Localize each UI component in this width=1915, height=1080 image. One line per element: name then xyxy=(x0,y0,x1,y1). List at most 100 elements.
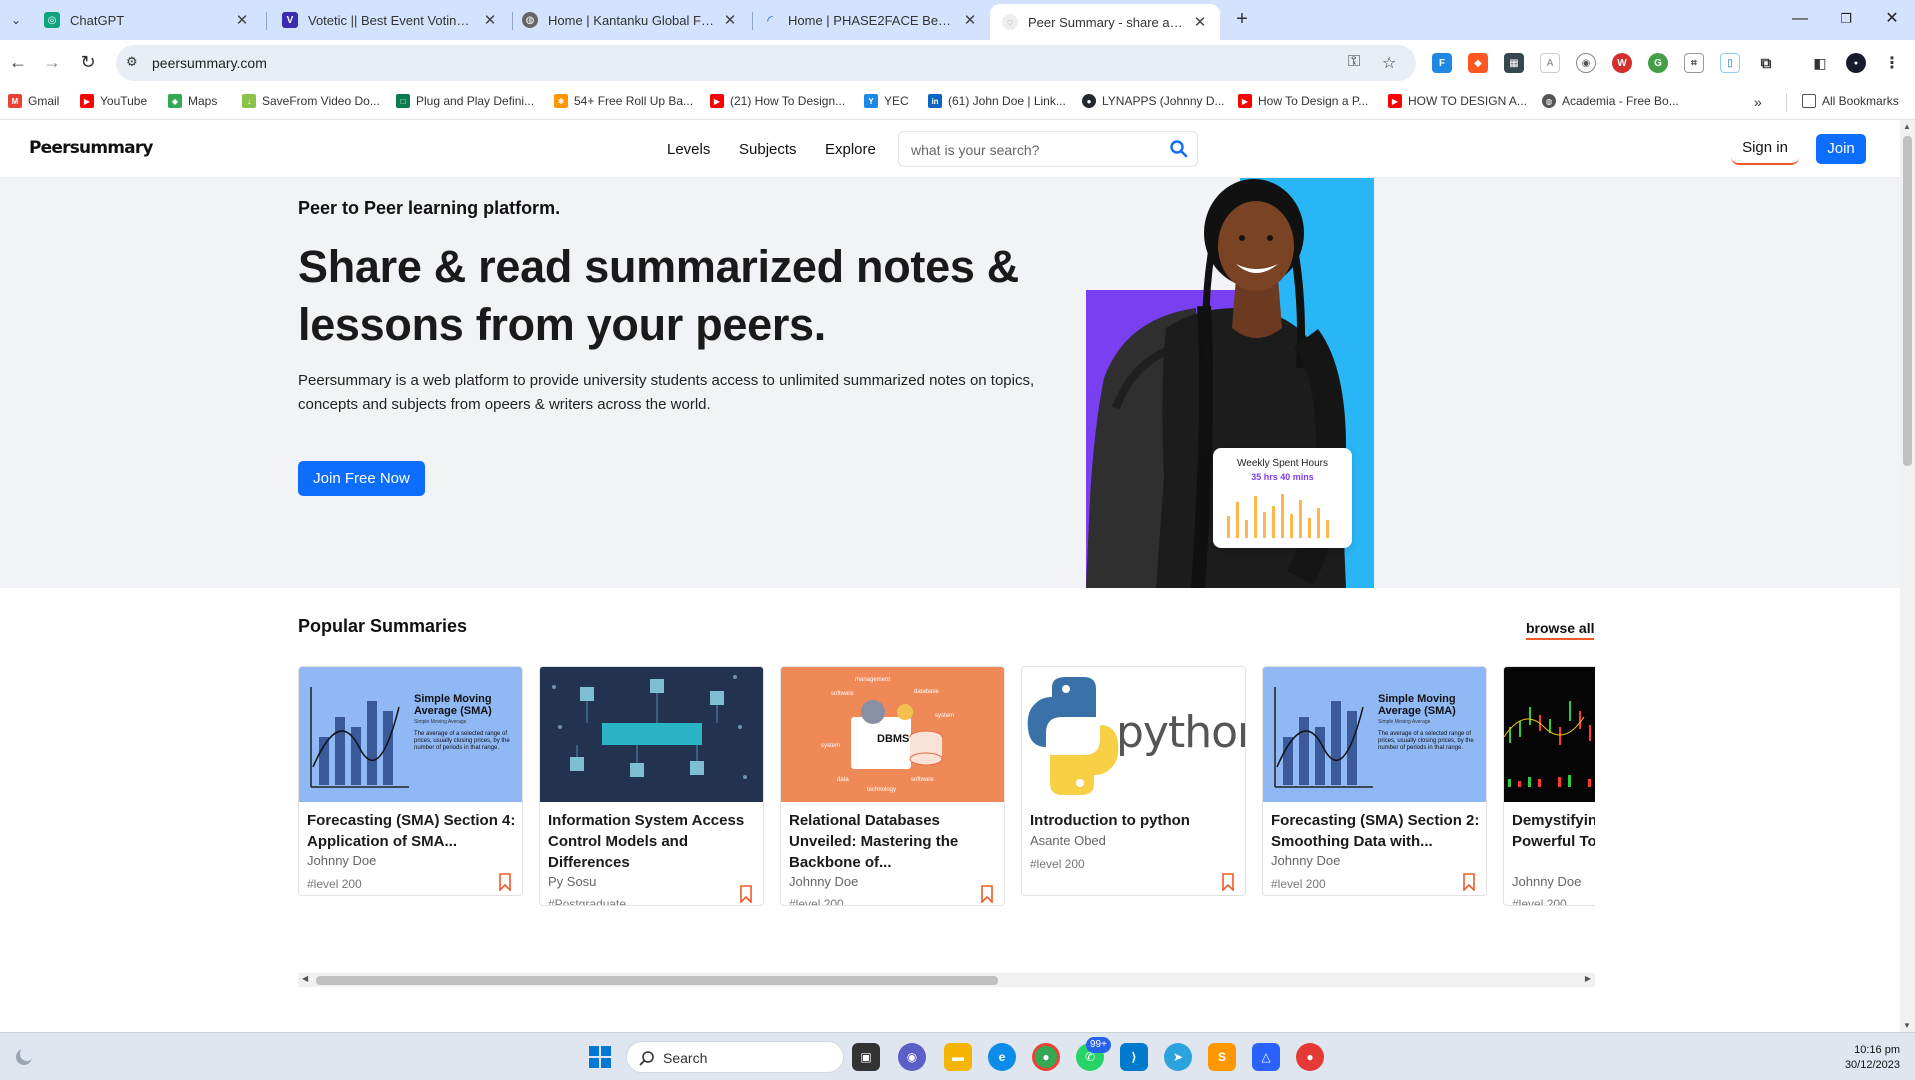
extension-icon[interactable]: ▯ xyxy=(1720,53,1740,73)
bookmark-icon[interactable] xyxy=(1221,873,1235,891)
extension-icon[interactable]: A xyxy=(1540,53,1560,73)
url-text[interactable]: peersummary.com xyxy=(152,55,267,71)
carousel-scroll-thumb[interactable] xyxy=(316,976,998,985)
bookmark-icon[interactable] xyxy=(1462,873,1476,891)
back-arrow-icon[interactable]: ← xyxy=(6,51,30,75)
close-tab-icon[interactable]: ✕ xyxy=(482,11,498,29)
nav-levels[interactable]: Levels xyxy=(667,141,710,158)
join-button[interactable]: Join xyxy=(1816,134,1866,164)
tab-votetic[interactable]: V Votetic || Best Event Voting and ✕ xyxy=(270,0,510,40)
bookmark-linkedin[interactable]: in (61) John Doe | Link... xyxy=(928,94,1066,108)
restore-icon[interactable]: ❐ xyxy=(1834,8,1858,32)
weather-icon[interactable] xyxy=(12,1045,36,1069)
carousel-scrollbar[interactable]: ◀ ▶ xyxy=(298,973,1595,987)
bookmark-how-to-design[interactable]: ▶ (21) How To Design... xyxy=(710,94,845,108)
bookmark-maps[interactable]: ◆ Maps xyxy=(168,94,217,108)
bookmark-savefrom[interactable]: ↓ SaveFrom Video Do... xyxy=(242,94,380,108)
side-panel-icon[interactable]: ◧ xyxy=(1810,53,1830,73)
extension-icon[interactable]: W xyxy=(1612,53,1632,73)
bookmark-yec[interactable]: Y YEC xyxy=(864,94,909,108)
file-explorer-icon[interactable]: ▬ xyxy=(944,1043,972,1071)
bookmarks-overflow-icon[interactable]: » xyxy=(1754,94,1762,110)
forward-arrow-icon[interactable]: → xyxy=(40,51,64,75)
close-tab-icon[interactable]: ✕ xyxy=(722,11,738,29)
extension-icon[interactable]: G xyxy=(1648,53,1668,73)
card-title[interactable]: Forecasting (SMA) Section 4: Application… xyxy=(307,810,517,852)
vscode-icon[interactable]: ⟩ xyxy=(1120,1043,1148,1071)
sublime-icon[interactable]: S xyxy=(1208,1043,1236,1071)
scroll-up-arrow-icon[interactable]: ▲ xyxy=(1903,122,1911,131)
bookmark-icon[interactable] xyxy=(980,885,994,903)
browser-menu-icon[interactable]: ⋮ xyxy=(1882,53,1902,73)
close-tab-icon[interactable]: ✕ xyxy=(962,11,978,29)
extension-icon[interactable]: ◆ xyxy=(1468,53,1488,73)
extensions-puzzle-icon[interactable]: ⧉ xyxy=(1756,53,1776,73)
scroll-right-arrow-icon[interactable]: ▶ xyxy=(1585,974,1591,983)
bookmark-roll-up[interactable]: ✱ 54+ Free Roll Up Ba... xyxy=(554,94,693,108)
bookmark-youtube[interactable]: ▶ YouTube xyxy=(80,94,147,108)
extension-icon[interactable]: F xyxy=(1432,53,1452,73)
join-free-now-button[interactable]: Join Free Now xyxy=(298,461,425,496)
task-view-icon[interactable]: ▣ xyxy=(852,1043,880,1071)
extension-icon[interactable]: ⌗ xyxy=(1684,53,1704,73)
summary-card[interactable]: Simple Moving Average (SMA) Simple Movin… xyxy=(1262,666,1487,896)
card-title[interactable]: Introduction to python xyxy=(1030,810,1240,831)
taskbar-clock[interactable]: 10:16 pm 30/12/2023 xyxy=(1820,1043,1900,1073)
address-bar[interactable]: ⚙ peersummary.com ⚿ ☆ xyxy=(116,45,1416,81)
card-title[interactable]: Demystifying Moving Ave Powerful To xyxy=(1512,810,1595,852)
bookmark-lynapps[interactable]: ● LYNAPPS (Johnny D... xyxy=(1082,94,1225,108)
card-title[interactable]: Relational Databases Unveiled: Mastering… xyxy=(789,810,999,873)
search-icon[interactable] xyxy=(1169,139,1189,159)
page-scrollbar[interactable]: ▲ ▼ xyxy=(1900,120,1915,1032)
chat-icon[interactable]: ◉ xyxy=(898,1043,926,1071)
scroll-down-arrow-icon[interactable]: ▼ xyxy=(1903,1021,1911,1030)
reload-icon[interactable]: ↻ xyxy=(76,51,100,75)
bookmark-star-icon[interactable]: ☆ xyxy=(1382,53,1396,73)
summary-card[interactable]: Simple Moving Average (SMA) Simple Movin… xyxy=(298,666,523,896)
tab-phase2face[interactable]: ◜ Home | PHASE2FACE Beauty Cli ✕ xyxy=(750,0,990,40)
bookmark-icon[interactable] xyxy=(739,885,753,903)
tab-search-icon[interactable]: ⌄ xyxy=(4,8,28,32)
chrome-profile-icon[interactable]: ● xyxy=(1296,1043,1324,1071)
browse-all-link[interactable]: browse all xyxy=(1526,620,1595,640)
minimize-icon[interactable]: — xyxy=(1788,8,1812,32)
card-title[interactable]: Forecasting (SMA) Section 2: Smoothing D… xyxy=(1271,810,1481,852)
close-tab-icon[interactable]: ✕ xyxy=(234,11,250,29)
sign-in-button[interactable]: Sign in xyxy=(1731,133,1799,165)
page-scroll-thumb[interactable] xyxy=(1903,136,1912,466)
app-icon[interactable]: △ xyxy=(1252,1043,1280,1071)
tab-kantanku[interactable]: ◍ Home | Kantanku Global Found ✕ xyxy=(510,0,750,40)
profile-avatar-icon[interactable]: ● xyxy=(1846,53,1866,73)
close-tab-icon[interactable]: ✕ xyxy=(1192,13,1208,31)
password-key-icon[interactable]: ⚿ xyxy=(1348,53,1360,71)
bookmark-how-to-design-a[interactable]: ▶ HOW TO DESIGN A... xyxy=(1388,94,1527,108)
summary-card[interactable]: DBMS management database software system… xyxy=(780,666,1005,906)
bookmark-icon[interactable] xyxy=(498,873,512,891)
window-close-icon[interactable]: ✕ xyxy=(1880,8,1904,32)
nav-subjects[interactable]: Subjects xyxy=(739,141,797,158)
summary-card[interactable]: Demystifying Moving Ave Powerful To John… xyxy=(1503,666,1595,906)
chrome-icon[interactable]: ● xyxy=(1032,1043,1060,1071)
card-title[interactable]: Information System Access Control Models… xyxy=(548,810,758,873)
nav-explore[interactable]: Explore xyxy=(825,141,876,158)
windows-start-icon[interactable] xyxy=(586,1043,614,1071)
search-input[interactable] xyxy=(911,140,1161,160)
site-logo[interactable]: Peersummary xyxy=(29,138,154,158)
bookmark-gmail[interactable]: M Gmail xyxy=(8,94,59,108)
tab-chatgpt[interactable]: ◎ ChatGPT ✕ xyxy=(32,0,262,40)
bookmark-how-to-design-p[interactable]: ▶ How To Design a P... xyxy=(1238,94,1368,108)
taskbar-search-box[interactable]: Search xyxy=(626,1041,844,1073)
tab-peersummary[interactable]: ◌ Peer Summary - share and read ✕ xyxy=(990,4,1220,40)
new-tab-plus-icon[interactable]: + xyxy=(1230,8,1254,32)
telegram-icon[interactable]: ➤ xyxy=(1164,1043,1192,1071)
scroll-left-arrow-icon[interactable]: ◀ xyxy=(302,974,308,983)
summary-card[interactable]: python Introduction to python Asante Obe… xyxy=(1021,666,1246,896)
extension-icon[interactable]: ◉ xyxy=(1576,53,1596,73)
extension-icon[interactable]: ▦ xyxy=(1504,53,1524,73)
summary-card[interactable]: Information System Access Control Models… xyxy=(539,666,764,906)
bookmark-plug-and-play[interactable]: □ Plug and Play Defini... xyxy=(396,94,534,108)
edge-icon[interactable]: e xyxy=(988,1043,1016,1071)
site-info-icon[interactable]: ⚙ xyxy=(126,54,138,70)
all-bookmarks-button[interactable]: All Bookmarks xyxy=(1802,94,1899,108)
bookmark-academia[interactable]: ◍ Academia - Free Bo... xyxy=(1542,94,1679,108)
